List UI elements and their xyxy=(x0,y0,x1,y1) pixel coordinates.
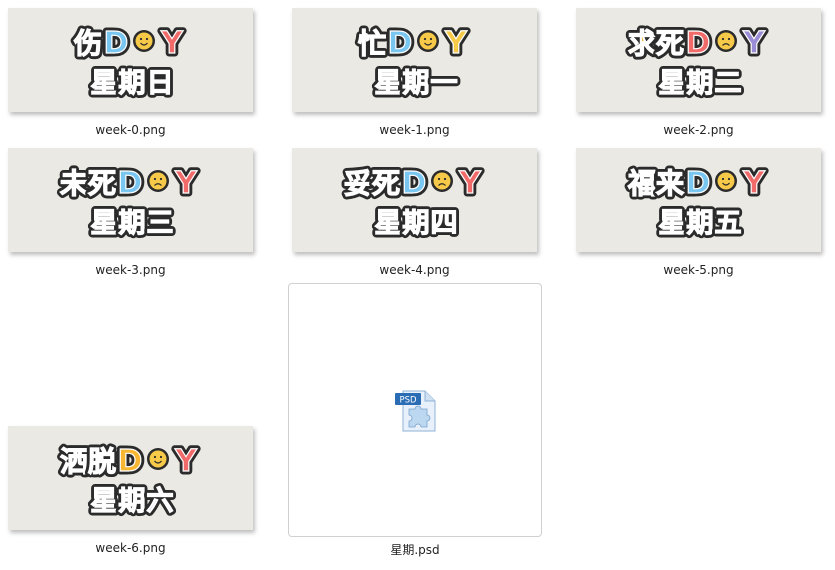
svg-text:期: 期 xyxy=(119,68,146,99)
svg-text:Y: Y xyxy=(458,166,482,201)
svg-text:死: 死 xyxy=(88,167,116,200)
svg-text:求: 求 xyxy=(628,27,656,60)
thumbnail-art: 未未 死死 DD YY星星 期期 三三 xyxy=(56,163,201,243)
psd-icon-label: PSD xyxy=(399,396,417,406)
thumbnail-week-1[interactable]: 忙忙DDYY星星期期一一 xyxy=(292,8,537,112)
svg-text:Y: Y xyxy=(444,26,468,61)
svg-text:死: 死 xyxy=(372,167,400,200)
svg-text:期: 期 xyxy=(119,208,146,239)
svg-text:期: 期 xyxy=(403,208,430,239)
svg-text:Y: Y xyxy=(174,166,198,201)
psd-file-icon: PSD xyxy=(393,387,439,435)
thumbnail-week-0[interactable]: 伤伤DDYY星星期期日日 xyxy=(8,8,253,112)
svg-text:五: 五 xyxy=(715,208,742,239)
file-name-label[interactable]: week-4.png xyxy=(292,263,537,277)
thumbnail-art: 求求 死死 DD YY星星 期期 二二 xyxy=(624,23,769,103)
thumbnail-week-4[interactable]: 妥妥死死DDYY星星期期四四 xyxy=(292,148,537,252)
svg-text:六: 六 xyxy=(147,486,174,517)
thumbnail-week-3[interactable]: 未未死死DDYY星星期期三三 xyxy=(8,148,253,252)
svg-text:星: 星 xyxy=(375,68,402,99)
svg-text:星: 星 xyxy=(91,208,118,239)
svg-text:未: 未 xyxy=(60,167,88,200)
svg-text:期: 期 xyxy=(687,68,714,99)
file-item-psd[interactable]: PSD xyxy=(288,283,542,537)
file-name-label[interactable]: week-5.png xyxy=(576,263,821,277)
svg-text:Y: Y xyxy=(160,26,184,61)
svg-text:星: 星 xyxy=(91,68,118,99)
thumbnail-art: 伤伤 DD YY星星 期期 日日 xyxy=(69,23,187,103)
file-grid: 伤伤DDYY星星期期日日 week-0.png 忙忙DDYY星星期期一一 wee… xyxy=(0,0,835,570)
svg-text:星: 星 xyxy=(659,68,686,99)
svg-text:妥: 妥 xyxy=(344,167,372,200)
svg-text:D: D xyxy=(118,166,143,201)
svg-text:Y: Y xyxy=(174,444,198,479)
svg-text:来: 来 xyxy=(656,167,684,200)
svg-text:期: 期 xyxy=(403,68,430,99)
svg-text:伤: 伤 xyxy=(73,27,102,60)
svg-text:期: 期 xyxy=(687,208,714,239)
svg-text:日: 日 xyxy=(147,68,174,99)
svg-text:死: 死 xyxy=(656,27,684,60)
svg-text:脱: 脱 xyxy=(88,445,116,478)
svg-text:D: D xyxy=(104,26,129,61)
svg-text:一: 一 xyxy=(431,68,458,99)
svg-text:D: D xyxy=(686,166,711,201)
svg-text:D: D xyxy=(686,26,711,61)
file-name-label[interactable]: week-0.png xyxy=(8,123,253,137)
file-name-label[interactable]: week-3.png xyxy=(8,263,253,277)
thumbnail-art: 福福 来来 DD YY星星 期期 五五 xyxy=(623,163,769,243)
file-name-label[interactable]: week-1.png xyxy=(292,123,537,137)
svg-text:D: D xyxy=(402,166,427,201)
svg-text:星: 星 xyxy=(659,208,686,239)
thumbnail-week-6[interactable]: 洒洒脱脱DDYY星星期期六六 xyxy=(8,426,253,530)
svg-text:D: D xyxy=(118,444,143,479)
svg-text:星: 星 xyxy=(91,486,118,517)
file-name-label[interactable]: 星期.psd xyxy=(288,541,542,558)
svg-text:福: 福 xyxy=(627,167,656,200)
svg-text:二: 二 xyxy=(715,68,742,99)
svg-text:Y: Y xyxy=(742,26,766,61)
svg-text:期: 期 xyxy=(119,486,146,517)
svg-text:忙: 忙 xyxy=(358,27,386,60)
file-name-label[interactable]: week-2.png xyxy=(576,123,821,137)
file-name-label[interactable]: week-6.png xyxy=(8,541,253,555)
thumbnail-week-2[interactable]: 求求死死DDYY星星期期二二 xyxy=(576,8,821,112)
svg-text:三: 三 xyxy=(147,208,174,239)
thumbnail-art: 忙忙 DD YY星星 期期 一一 xyxy=(354,23,471,103)
svg-text:洒: 洒 xyxy=(60,445,88,478)
svg-text:Y: Y xyxy=(742,166,766,201)
thumbnail-art: 妥妥 死死 DD YY星星 期期 四四 xyxy=(340,163,485,243)
thumbnail-week-5[interactable]: 福福来来DDYY星星期期五五 xyxy=(576,148,821,252)
svg-text:星: 星 xyxy=(375,208,402,239)
thumbnail-art: 洒洒 脱脱 DD YY星星 期期 六六 xyxy=(56,441,201,521)
svg-text:D: D xyxy=(388,26,413,61)
svg-text:四: 四 xyxy=(431,208,458,239)
